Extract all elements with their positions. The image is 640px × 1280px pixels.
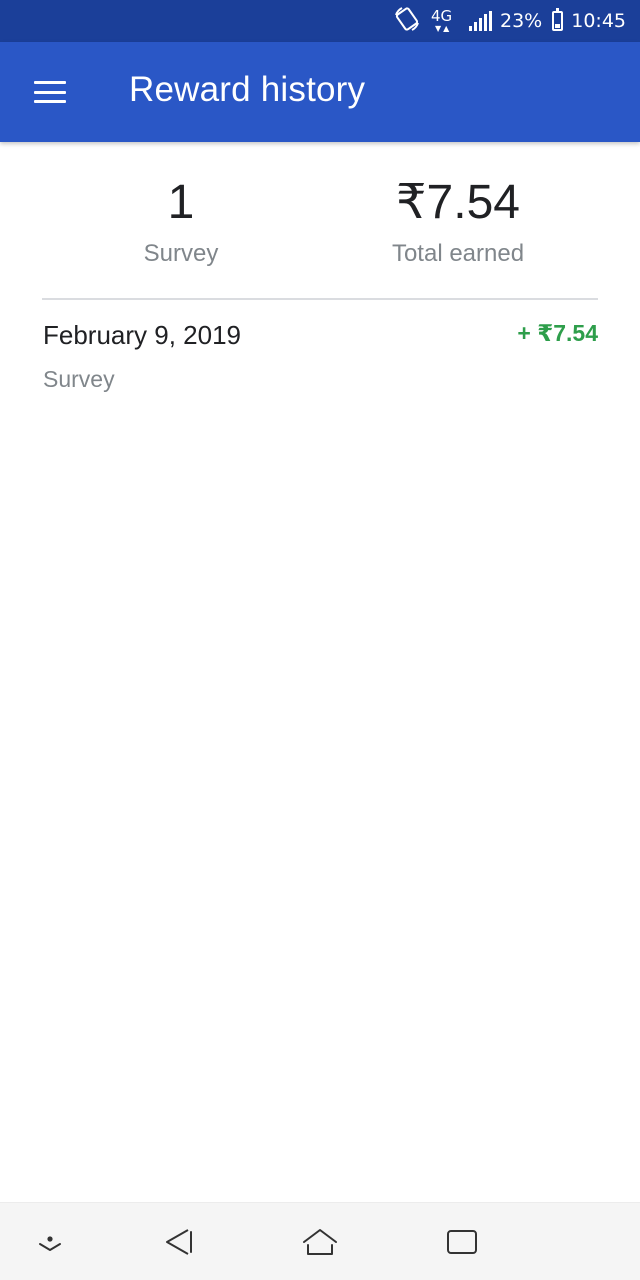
collapse-button[interactable] (28, 1222, 72, 1262)
menu-button[interactable] (22, 68, 78, 116)
recents-button[interactable] (440, 1222, 484, 1262)
survey-count-label: Survey (143, 240, 219, 267)
signal-icon (469, 11, 492, 31)
network-4g-icon: 4G ▼▲ (431, 7, 453, 33)
survey-count-value: 1 (167, 176, 195, 229)
navigation-bar (0, 1202, 640, 1280)
screen: 4G ▼▲ 23% 10:45 Reward history 1 Survey ₹… (0, 0, 640, 1280)
collapse-icon (39, 1236, 61, 1251)
recents-icon (447, 1230, 477, 1254)
history-row[interactable]: February 9, 2019 Survey + ₹7.54 (42, 300, 598, 400)
total-earned-label: Total earned (391, 240, 525, 267)
back-icon (166, 1229, 192, 1255)
page-title: Reward history (129, 70, 366, 109)
status-time: 10:45 (571, 10, 626, 32)
hamburger-menu-icon (34, 81, 66, 103)
total-earned-stat: ₹7.54 Total earned (318, 176, 598, 268)
back-button[interactable] (156, 1222, 200, 1262)
home-button[interactable] (298, 1222, 342, 1262)
survey-count-stat: 1 Survey (41, 176, 321, 268)
history-type: Survey (43, 366, 115, 392)
reward-summary: 1 Survey ₹7.54 Total earned (0, 142, 640, 298)
status-bar: 4G ▼▲ 23% 10:45 (0, 0, 640, 42)
battery-icon (552, 8, 564, 31)
total-earned-value: ₹7.54 (396, 176, 520, 229)
home-icon (303, 1229, 337, 1255)
history-date: February 9, 2019 (43, 320, 242, 350)
app-bar: Reward history (0, 42, 640, 142)
history-amount: + ₹7.54 (517, 320, 598, 346)
rotate-icon (393, 6, 421, 37)
battery-percent: 23% (500, 10, 543, 32)
